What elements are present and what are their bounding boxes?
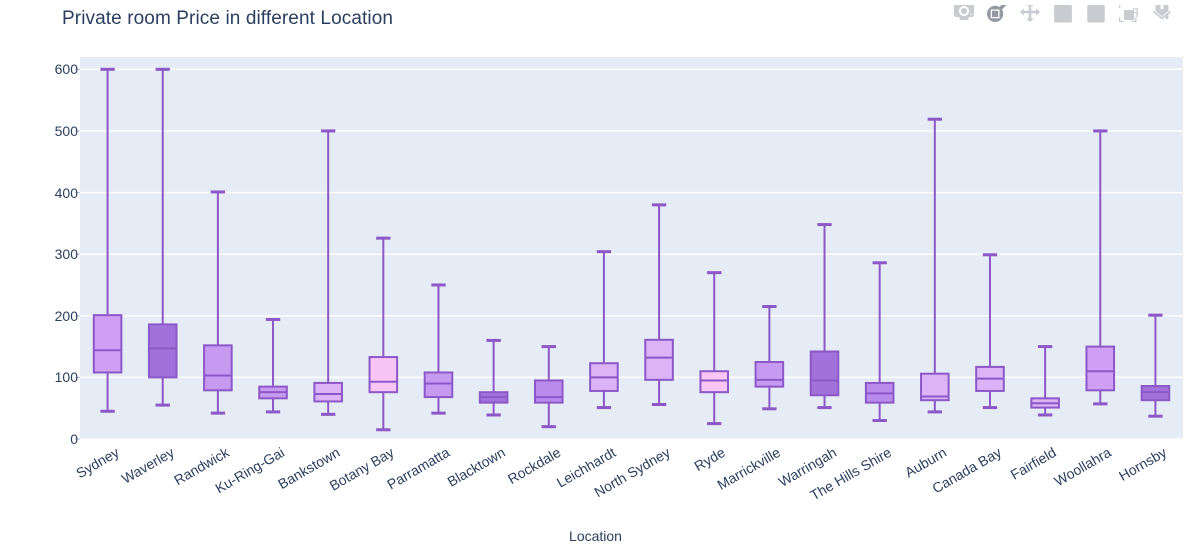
box-quartile-rect[interactable] [699, 370, 730, 394]
x-tick-label: Sydney [72, 444, 122, 482]
x-tick-label: Parramatta [384, 444, 453, 493]
box-plot-item[interactable] [533, 345, 564, 429]
box-quartile-rect[interactable] [203, 344, 233, 392]
box-quartile-rect[interactable] [423, 371, 454, 399]
box-quartile-rect[interactable] [754, 360, 785, 388]
box-quartile-rect[interactable] [809, 350, 840, 397]
box-plot-item[interactable] [423, 283, 454, 415]
box-plot-item[interactable] [258, 317, 288, 414]
box-plot-item[interactable] [644, 203, 674, 406]
x-tick-label: Waverley [118, 444, 177, 487]
box-plot-item[interactable] [975, 253, 1005, 410]
x-tick-label: Woollahra [1051, 444, 1115, 490]
box-quartile-rect[interactable] [644, 338, 674, 381]
box-plot-item[interactable] [203, 190, 233, 415]
y-tick-label: 0 [70, 431, 78, 447]
box-plot-item[interactable] [1140, 313, 1171, 418]
box-plot-item[interactable] [92, 67, 123, 413]
box-plot-item[interactable] [699, 271, 730, 426]
reset-axes-icon[interactable] [1149, 2, 1175, 28]
x-axis-title: Location [569, 528, 622, 544]
box-quartile-rect[interactable] [533, 379, 564, 404]
x-tick-label: Fairfield [1007, 444, 1059, 483]
box-plot-item[interactable] [754, 305, 785, 411]
box-plot-item[interactable] [1085, 129, 1116, 406]
page-title: Private room Price in different Location [62, 8, 394, 29]
box-plot-item[interactable] [589, 250, 619, 410]
box-plot-item[interactable] [147, 67, 178, 407]
autoscale-icon[interactable] [1116, 2, 1142, 28]
plot-area [75, 57, 1183, 440]
y-tick-label: 600 [54, 61, 78, 78]
x-tick-label: Blacktown [444, 444, 508, 490]
box-quartile-rect[interactable] [313, 381, 343, 403]
x-tick-label: Ryde [691, 444, 728, 475]
zoom-in-icon[interactable] [1050, 2, 1076, 28]
box-plot-item[interactable] [809, 223, 840, 410]
modebar-group-drag [984, 2, 1043, 28]
box-quartile-rect[interactable] [1085, 345, 1116, 392]
modebar-group-zoom [1050, 2, 1175, 28]
modebar-group-download [951, 2, 977, 28]
pan-icon[interactable] [1017, 2, 1043, 28]
box-quartile-rect[interactable] [147, 323, 178, 379]
box-series [92, 67, 1171, 432]
x-tick-label: Hornsby [1116, 444, 1170, 484]
box-plot-item[interactable] [864, 261, 895, 423]
modebar [951, 2, 1175, 28]
zoom-icon[interactable] [984, 2, 1010, 28]
box-plot-item[interactable] [1030, 345, 1060, 417]
x-tick-label: Rockdale [504, 444, 564, 488]
box-plot-item[interactable] [478, 338, 509, 417]
y-tick-label: 200 [54, 307, 78, 324]
download-plot-icon[interactable] [951, 2, 977, 28]
y-tick-label: 100 [54, 369, 78, 386]
zoom-out-icon[interactable] [1083, 2, 1109, 28]
y-tick-label: 400 [54, 184, 78, 201]
box-plot-item[interactable] [920, 117, 950, 414]
y-tick-label: 300 [54, 246, 78, 263]
box-plot-item[interactable] [313, 129, 343, 416]
box-plot-item[interactable] [368, 236, 399, 432]
box-quartile-rect[interactable] [368, 356, 399, 394]
x-tick-label: Marrickville [714, 444, 784, 493]
plotly-chart: Private room Price in different Location [0, 0, 1191, 549]
box-quartile-rect[interactable] [92, 314, 123, 374]
y-tick-label: 500 [54, 122, 78, 139]
